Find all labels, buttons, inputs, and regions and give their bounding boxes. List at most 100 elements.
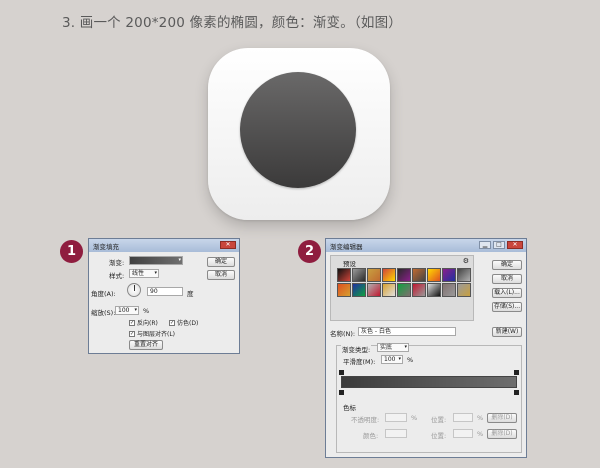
minimize-icon[interactable]: ▁ bbox=[479, 241, 491, 249]
opacity-stop-right[interactable] bbox=[514, 370, 519, 375]
cancel-button[interactable]: 取消 bbox=[207, 270, 235, 280]
dither-checkbox[interactable]: ✓ 仿色(D) bbox=[169, 318, 198, 327]
preset-swatch[interactable] bbox=[427, 283, 441, 297]
window-buttons: ✕ bbox=[220, 241, 236, 249]
opacity-position-label: 位置: bbox=[431, 416, 447, 424]
reverse-checkbox[interactable]: ✓ 反向(R) bbox=[129, 318, 158, 327]
close-icon[interactable]: ✕ bbox=[507, 241, 523, 249]
smoothness-select[interactable]: 100 ▾ bbox=[381, 355, 403, 364]
opacity-field[interactable] bbox=[385, 413, 407, 422]
checkbox-checked-icon: ✓ bbox=[169, 319, 175, 326]
angle-unit: 度 bbox=[187, 290, 194, 298]
ok-button[interactable]: 确定 bbox=[207, 257, 235, 267]
maximize-icon[interactable]: □ bbox=[493, 241, 505, 249]
presets-panel: 预设 ⚙ bbox=[330, 255, 474, 321]
gradient-fill-title: 渐变填充 bbox=[93, 242, 119, 251]
color-position-field[interactable] bbox=[453, 429, 473, 438]
tutorial-heading: 3. 画一个 200*200 像素的椭圆，颜色：渐变。（如图） bbox=[62, 15, 402, 31]
chevron-down-icon: ▾ bbox=[154, 270, 157, 276]
preset-swatch[interactable] bbox=[337, 268, 351, 282]
smoothness-value: 100 bbox=[384, 356, 396, 363]
step-one-badge: 1 bbox=[60, 240, 83, 263]
style-label: 样式: bbox=[109, 272, 125, 280]
preset-swatch[interactable] bbox=[367, 268, 381, 282]
preset-swatch[interactable] bbox=[442, 268, 456, 282]
angle-dial[interactable] bbox=[127, 283, 141, 297]
checkbox-checked-icon: ✓ bbox=[129, 319, 135, 326]
preset-swatch[interactable] bbox=[412, 268, 426, 282]
gradient-editor-dialog: 渐变编辑器 ▁ □ ✕ 预设 ⚙ 确定 取消 载入(L)... 存储(S)...… bbox=[325, 238, 527, 458]
save-button[interactable]: 存储(S)... bbox=[492, 302, 522, 312]
opacity-label: 不透明度: bbox=[351, 416, 380, 424]
window-buttons: ▁ □ ✕ bbox=[479, 241, 523, 249]
preset-swatch-grid bbox=[337, 268, 471, 297]
style-select-value: 线性 bbox=[132, 270, 145, 277]
preset-swatch[interactable] bbox=[352, 268, 366, 282]
align-layer-label: 与图层对齐(L) bbox=[137, 331, 176, 338]
gradient-ellipse bbox=[240, 72, 356, 188]
preset-swatch[interactable] bbox=[337, 283, 351, 297]
color-stop-left[interactable] bbox=[339, 390, 344, 395]
gradient-fill-dialog: 渐变填充 ✕ 渐变: ▾ 样式: 线性 ▾ 角度(A): 90 度 缩放(S):… bbox=[88, 238, 240, 354]
new-button[interactable]: 新建(W) bbox=[492, 327, 522, 337]
gradient-label: 渐变: bbox=[109, 259, 125, 267]
opacity-position-unit: % bbox=[477, 414, 484, 422]
opacity-position-field[interactable] bbox=[453, 413, 473, 422]
gradient-type-group: 渐变类型: 实底 ▾ 平滑度(M): 100 ▾ % 色标 不透明度: % 位置… bbox=[336, 343, 522, 453]
preset-swatch[interactable] bbox=[427, 268, 441, 282]
cancel-button[interactable]: 取消 bbox=[492, 274, 522, 284]
reverse-label: 反向(R) bbox=[137, 320, 158, 327]
gradient-fill-titlebar[interactable]: 渐变填充 ✕ bbox=[89, 239, 239, 252]
color-position-unit: % bbox=[477, 430, 484, 438]
presets-label: 预设 bbox=[343, 260, 356, 268]
smoothness-label: 平滑度(M): bbox=[343, 358, 376, 366]
app-icon-preview bbox=[208, 48, 390, 220]
dither-label: 仿色(D) bbox=[177, 320, 199, 327]
step-two-badge: 2 bbox=[298, 240, 321, 263]
opacity-delete-button[interactable]: 删除(D) bbox=[487, 413, 517, 423]
angle-label: 角度(A): bbox=[91, 290, 116, 298]
preset-swatch[interactable] bbox=[457, 283, 471, 297]
scale-label: 缩放(S): bbox=[91, 309, 116, 317]
load-button[interactable]: 载入(L)... bbox=[492, 288, 522, 298]
chevron-down-icon: ▾ bbox=[134, 307, 137, 313]
style-select[interactable]: 线性 ▾ bbox=[129, 269, 159, 278]
color-delete-button[interactable]: 删除(D) bbox=[487, 429, 517, 439]
preset-swatch[interactable] bbox=[412, 283, 426, 297]
gradient-editor-titlebar[interactable]: 渐变编辑器 ▁ □ ✕ bbox=[326, 239, 526, 252]
gradient-bar[interactable] bbox=[341, 376, 517, 388]
preset-swatch[interactable] bbox=[352, 283, 366, 297]
preset-swatch[interactable] bbox=[397, 268, 411, 282]
gradient-type-value: 实底 bbox=[380, 344, 393, 351]
opacity-unit: % bbox=[411, 414, 418, 422]
gradient-type-select[interactable]: 实底 ▾ bbox=[377, 343, 409, 352]
reset-align-button[interactable]: 重置对齐 bbox=[129, 340, 163, 350]
preset-swatch[interactable] bbox=[397, 283, 411, 297]
name-field[interactable]: 灰色 - 白色 bbox=[358, 327, 456, 336]
color-label: 颜色: bbox=[363, 432, 379, 440]
chevron-down-icon: ▾ bbox=[398, 356, 401, 362]
ok-button[interactable]: 确定 bbox=[492, 260, 522, 270]
chevron-down-icon: ▾ bbox=[178, 257, 181, 263]
align-layer-checkbox[interactable]: ✓ 与图层对齐(L) bbox=[129, 329, 175, 338]
color-stop-right[interactable] bbox=[514, 390, 519, 395]
color-swatch-field[interactable] bbox=[385, 429, 407, 438]
preset-swatch[interactable] bbox=[382, 268, 396, 282]
scale-select[interactable]: 100 ▾ bbox=[115, 306, 139, 315]
gradient-picker[interactable]: ▾ bbox=[129, 256, 183, 265]
preset-swatch[interactable] bbox=[442, 283, 456, 297]
color-position-label: 位置: bbox=[431, 432, 447, 440]
smoothness-unit: % bbox=[407, 356, 414, 364]
gear-icon[interactable]: ⚙ bbox=[463, 257, 469, 265]
gradient-type-label: 渐变类型: bbox=[341, 344, 372, 354]
preset-swatch[interactable] bbox=[382, 283, 396, 297]
scale-unit: % bbox=[143, 307, 150, 315]
opacity-stop-left[interactable] bbox=[339, 370, 344, 375]
stops-label: 色标 bbox=[343, 404, 356, 412]
preset-swatch[interactable] bbox=[457, 268, 471, 282]
scale-select-value: 100 bbox=[118, 307, 130, 314]
gradient-editor-title: 渐变编辑器 bbox=[330, 242, 363, 251]
close-icon[interactable]: ✕ bbox=[220, 241, 236, 249]
preset-swatch[interactable] bbox=[367, 283, 381, 297]
angle-field[interactable]: 90 bbox=[147, 287, 183, 296]
